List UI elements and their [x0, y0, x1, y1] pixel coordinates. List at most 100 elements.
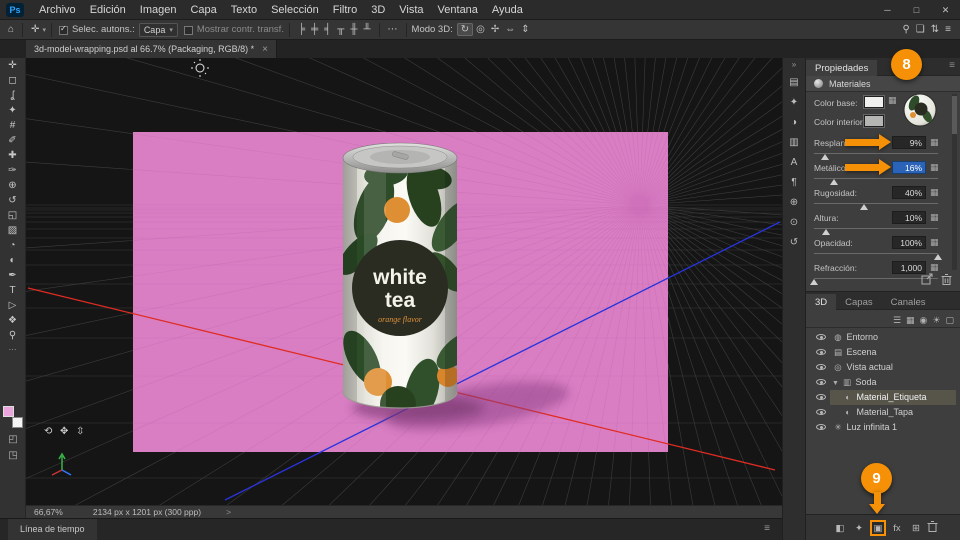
- brush-tool[interactable]: ✑: [0, 163, 25, 178]
- visibility-eye-icon[interactable]: [816, 364, 826, 370]
- slider-thumb[interactable]: [859, 204, 868, 210]
- slider-thumb[interactable]: [821, 154, 830, 160]
- clone-stamp-tool[interactable]: ⊕: [0, 178, 25, 193]
- panel-clone-source-icon[interactable]: ⊕: [783, 192, 805, 212]
- close-button[interactable]: ✕: [931, 0, 960, 20]
- pan-3d-icon[interactable]: ✢: [488, 24, 502, 35]
- add-light-icon[interactable]: ✦: [851, 520, 867, 536]
- properties-scrollbar[interactable]: [952, 94, 957, 270]
- gradient-tool[interactable]: ▨: [0, 223, 25, 238]
- base-texture-icon[interactable]: ▦: [888, 95, 897, 106]
- status-chevron-icon[interactable]: >: [226, 507, 231, 517]
- slider-value-field[interactable]: 9%: [892, 136, 926, 149]
- texture-menu-icon[interactable]: ▦: [930, 262, 939, 273]
- filter-scene-icon[interactable]: ☰: [893, 315, 901, 325]
- dolly-3d-icon[interactable]: ⇕: [518, 24, 532, 35]
- expand-panels-icon[interactable]: »: [783, 58, 805, 72]
- document-tab[interactable]: 3d-model-wrapping.psd al 66.7% (Packagin…: [26, 40, 277, 58]
- tool-preset-caret-icon[interactable]: ▾: [42, 26, 46, 34]
- slider-value-field[interactable]: 10%: [892, 211, 926, 224]
- arrange-icon[interactable]: ⇅: [928, 24, 942, 35]
- panel-character-icon[interactable]: A: [783, 152, 805, 172]
- workspace-icon[interactable]: ❏: [913, 24, 928, 35]
- current-tool-icon[interactable]: ✛: [28, 21, 42, 39]
- scene-item-body[interactable]: ◐ Material_Tapa: [830, 405, 956, 420]
- texture-menu-icon[interactable]: ▦: [930, 137, 939, 148]
- menu-ventana[interactable]: Ventana: [431, 0, 485, 20]
- roll-3d-icon[interactable]: ◎: [473, 24, 488, 35]
- close-tab-icon[interactable]: ×: [262, 44, 268, 55]
- menu-3d[interactable]: 3D: [364, 0, 392, 20]
- slide-3d-icon[interactable]: ⇔: [502, 24, 518, 35]
- show-transform-checkbox[interactable]: [183, 26, 193, 35]
- background-color-swatch[interactable]: [12, 417, 23, 428]
- filter-material-icon[interactable]: ◉: [920, 315, 928, 325]
- menu-vista[interactable]: Vista: [392, 0, 430, 20]
- panel-styles-icon[interactable]: ✦: [783, 92, 805, 112]
- camera-nav-widgets[interactable]: ⟲ ✥ ⇳: [44, 426, 84, 437]
- scene-item-body[interactable]: ✳ Luz infinita 1: [830, 420, 956, 435]
- send-to-layers-icon[interactable]: [921, 273, 933, 285]
- visibility-eye-icon[interactable]: [816, 349, 826, 355]
- scene-item-body[interactable]: ▤ Escena: [830, 345, 956, 360]
- slider-value-field[interactable]: 40%: [892, 186, 926, 199]
- align-center-icon[interactable]: ╪: [308, 24, 321, 35]
- panel-history-icon[interactable]: ↺: [783, 232, 805, 252]
- slider-value-field[interactable]: 16%: [892, 161, 926, 174]
- panel-adjustments-icon[interactable]: ▤: [783, 72, 805, 92]
- menu-archivo[interactable]: Archivo: [32, 0, 83, 20]
- quick-selection-tool[interactable]: ✦: [0, 103, 25, 118]
- filter-light-icon[interactable]: ☀: [932, 315, 940, 325]
- interior-color-swatch[interactable]: [864, 115, 884, 127]
- filter-mesh-icon[interactable]: ▦: [906, 315, 915, 325]
- autoselect-checkbox[interactable]: [58, 24, 68, 35]
- slider-track[interactable]: [810, 278, 938, 285]
- photoshop-logo-icon[interactable]: Ps: [6, 2, 24, 17]
- panel-paragraph-icon[interactable]: ¶: [783, 172, 805, 192]
- move-tool[interactable]: ✛: [0, 58, 25, 73]
- foreground-color-swatch[interactable]: [3, 406, 14, 417]
- align-right-icon[interactable]: ╡: [321, 24, 334, 35]
- visibility-eye-icon[interactable]: [816, 334, 826, 340]
- scene-item-entorno[interactable]: ◍ Entorno: [806, 330, 960, 345]
- crop-tool[interactable]: #: [0, 118, 25, 133]
- menu-ayuda[interactable]: Ayuda: [485, 0, 530, 20]
- lasso-tool[interactable]: ʆ: [0, 88, 25, 103]
- history-brush-tool[interactable]: ↺: [0, 193, 25, 208]
- marquee-tool[interactable]: ◻: [0, 73, 25, 88]
- align-left-icon[interactable]: ╞: [295, 24, 308, 35]
- scene-item-luz-infinita-1[interactable]: ✳ Luz infinita 1: [806, 420, 960, 435]
- menu-seleccion[interactable]: Selección: [264, 0, 326, 20]
- document-canvas[interactable]: white tea orange flavor ⟲ ✥ ⇳: [26, 58, 782, 505]
- add-mesh-icon[interactable]: ◧: [832, 520, 848, 536]
- scene-item-body[interactable]: ▼ ▥ Soda: [830, 375, 956, 390]
- slider-value-field[interactable]: 100%: [892, 236, 926, 249]
- timeline-tab[interactable]: Línea de tiempo: [8, 519, 97, 540]
- visibility-eye-icon[interactable]: [816, 379, 826, 385]
- align-bottom-icon[interactable]: ╨: [360, 24, 373, 35]
- maximize-button[interactable]: □: [902, 0, 931, 20]
- dodge-tool[interactable]: ◐: [0, 253, 25, 268]
- align-middle-icon[interactable]: ╫: [347, 24, 360, 35]
- healing-brush-tool[interactable]: ✚: [0, 148, 25, 163]
- timeline-menu-icon[interactable]: ≡: [764, 523, 770, 534]
- slider-track[interactable]: [814, 178, 938, 185]
- scene-item-body[interactable]: ◍ Entorno: [830, 330, 956, 345]
- panel-libraries-icon[interactable]: ▥: [783, 132, 805, 152]
- zoom-tool[interactable]: ⚲: [0, 328, 25, 343]
- visibility-eye-icon[interactable]: [816, 394, 826, 400]
- orbit-3d-icon[interactable]: ↻: [456, 22, 474, 36]
- texture-menu-icon[interactable]: ▦: [930, 237, 939, 248]
- color-swatches[interactable]: [3, 406, 23, 428]
- scene-item-escena[interactable]: ▤ Escena: [806, 345, 960, 360]
- new-item-icon[interactable]: ⊞: [908, 520, 924, 536]
- hand-tool[interactable]: ❖: [0, 313, 25, 328]
- scene-item-soda[interactable]: ▼ ▥ Soda: [806, 375, 960, 390]
- autoselect-target-dropdown[interactable]: Capa ▾: [138, 22, 178, 37]
- panel-info-icon[interactable]: ⊙: [783, 212, 805, 232]
- menu-texto[interactable]: Texto: [224, 0, 264, 20]
- visibility-eye-icon[interactable]: [816, 424, 826, 430]
- edit-toolbar-icon[interactable]: ⋯: [0, 343, 25, 355]
- slider-thumb[interactable]: [822, 229, 831, 235]
- screen-mode-icon[interactable]: ◳: [0, 450, 26, 461]
